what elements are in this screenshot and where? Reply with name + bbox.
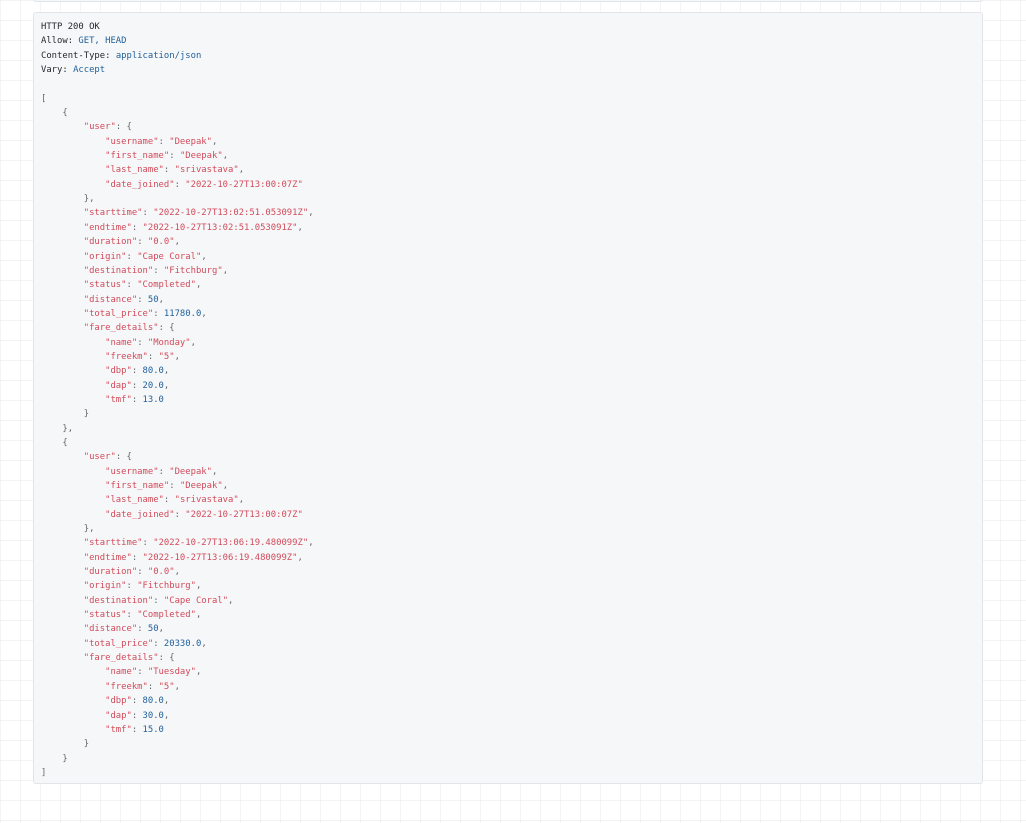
json-value: 50 bbox=[147, 294, 159, 305]
json-value: Completed bbox=[142, 610, 191, 621]
json-value: srivastava bbox=[179, 495, 234, 506]
json-value: 15.0 bbox=[142, 724, 164, 735]
json-value: Monday bbox=[153, 337, 186, 348]
header-value: application/json bbox=[115, 50, 202, 61]
header-name: Vary bbox=[41, 65, 63, 76]
json-value: 2022-10-27T13:02:51.053091Z bbox=[147, 222, 293, 233]
json-value: 13.0 bbox=[142, 394, 164, 405]
json-value: 2022-10-27T13:00:07Z bbox=[190, 179, 298, 190]
json-value: Deepak bbox=[174, 466, 207, 477]
response-panel: HTTP 200 OK Allow: GET, HEAD Content-Type:… bbox=[33, 12, 983, 784]
header-name: Allow bbox=[41, 36, 68, 47]
json-value: Cape Coral bbox=[142, 251, 196, 262]
json-value: 2022-10-27T13:06:19.480099Z bbox=[147, 552, 293, 563]
json-value: 5 bbox=[163, 351, 170, 362]
json-value: Deepak bbox=[185, 151, 218, 162]
json-value: Fitchburg bbox=[142, 581, 191, 592]
header-vary: Vary: Accept bbox=[41, 65, 106, 76]
json-value: 20.0 bbox=[142, 380, 164, 391]
header-value: Accept bbox=[73, 65, 106, 76]
header-value: GET, HEAD bbox=[78, 36, 127, 47]
json-value: 30.0 bbox=[142, 710, 164, 721]
status-line: HTTP 200 OK bbox=[41, 22, 100, 32]
header-allow: Allow: GET, HEAD bbox=[41, 36, 127, 47]
response-body: HTTP 200 OK Allow: GET, HEAD Content-Type:… bbox=[41, 20, 982, 780]
json-value: srivastava bbox=[179, 165, 234, 176]
json-value: Completed bbox=[142, 280, 191, 291]
json-value: 2022-10-27T13:02:51.053091Z bbox=[158, 208, 303, 219]
header-content-type: Content-Type: application/json bbox=[41, 50, 202, 61]
json-value: Cape Coral bbox=[169, 595, 223, 606]
json-value: 11780.0 bbox=[163, 308, 202, 319]
json-value: 80.0 bbox=[142, 366, 164, 377]
json-value: Deepak bbox=[185, 481, 218, 491]
json-value: 50 bbox=[147, 624, 159, 635]
previous-panel-edge bbox=[33, 0, 983, 2]
json-value: 5 bbox=[163, 681, 170, 692]
header-name: Content-Type bbox=[41, 50, 106, 61]
json-value: 20330.0 bbox=[163, 638, 202, 649]
json-value: 80.0 bbox=[142, 696, 164, 707]
json-value: Fitchburg bbox=[169, 265, 218, 276]
json-value: 0.0 bbox=[153, 567, 170, 578]
json-value: 0.0 bbox=[153, 237, 170, 248]
json-value: Tuesday bbox=[153, 667, 191, 678]
json-value: Deepak bbox=[174, 136, 207, 147]
json-value: 2022-10-27T13:06:19.480099Z bbox=[158, 538, 303, 549]
json-value: 2022-10-27T13:00:07Z bbox=[190, 509, 298, 520]
